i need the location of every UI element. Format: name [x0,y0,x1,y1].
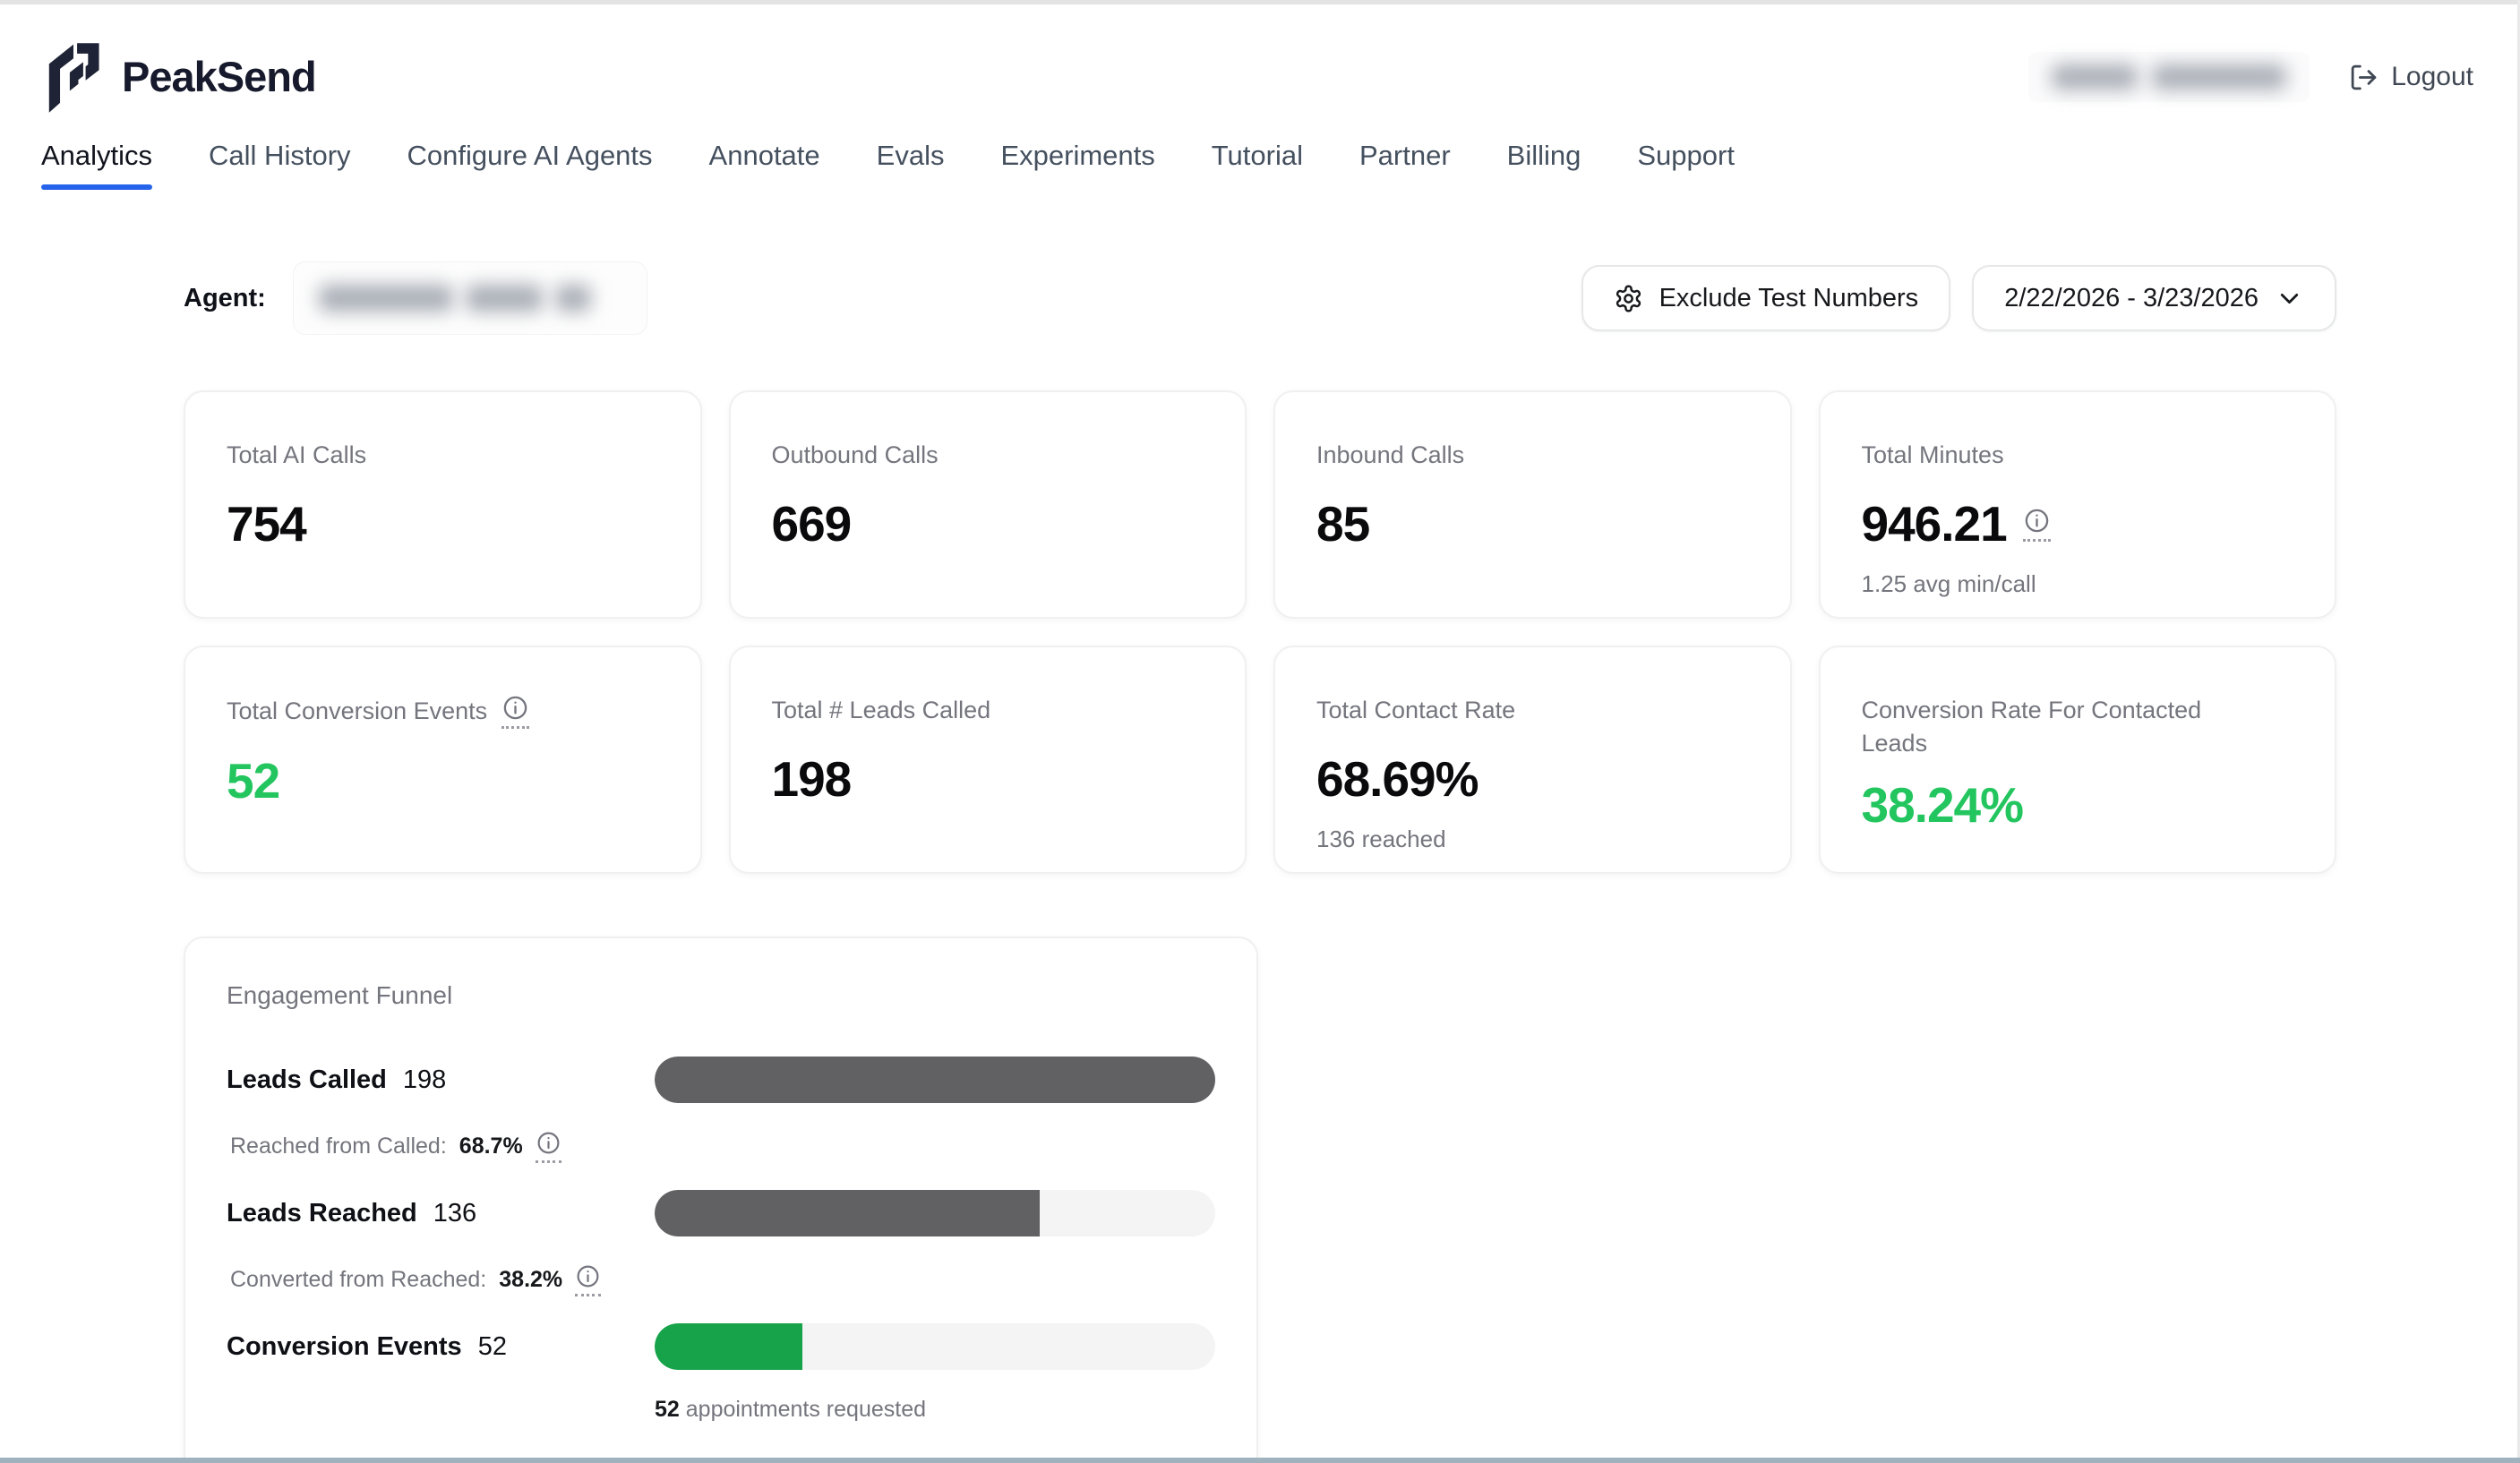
info-icon[interactable] [501,694,529,729]
stat-value: 754 [227,495,306,552]
window-bottom-edge [0,1458,2520,1463]
stat-card-inbound-calls: Inbound Calls 85 [1273,390,1792,619]
analytics-dashboard-page: { "theme": { "accent": "#2563eb", "green… [0,0,2520,1463]
funnel-sub-value: 38.2% [499,1267,562,1293]
funnel-row-value: 52 [478,1332,507,1362]
funnel-bar-fill [655,1323,802,1370]
chevron-down-icon [2275,284,2304,313]
tab-tutorial[interactable]: Tutorial [1212,140,1303,204]
funnel-bar [655,1323,1215,1370]
redacted-text-blob [2152,64,2286,90]
stat-value: 85 [1316,495,1369,552]
brand-name: PeakSend [122,52,316,101]
stat-value: 198 [772,750,852,808]
funnel-bar [655,1190,1215,1236]
stat-value: 52 [227,752,279,809]
logout-icon [2349,63,2379,92]
funnel-bar [655,1057,1215,1103]
stat-subtitle: 136 reached [1316,826,1749,853]
stat-value: 38.24% [1862,776,2024,834]
stat-label: Outbound Calls [772,439,1204,472]
logout-button[interactable]: Logout [2349,62,2473,92]
stats-grid: Total AI Calls 754 Outbound Calls 669 In… [184,390,2336,874]
tab-evals[interactable]: Evals [877,140,945,204]
stat-card-total-minutes: Total Minutes 946.21 1.25 avg min/call [1819,390,2337,619]
account-name-redacted [2028,52,2310,102]
agent-filter: Agent: [184,261,647,335]
funnel-title: Engagement Funnel [227,981,1215,1010]
funnel-bar-fill [655,1190,1040,1236]
gear-icon [1614,284,1643,313]
toolbar: Agent: Exclude Test Numbers 2/22/2026 - … [184,261,2336,335]
funnel-sub-label: Reached from Called: [230,1134,447,1159]
toolbar-actions: Exclude Test Numbers 2/22/2026 - 3/23/20… [1581,265,2336,331]
stat-label: Inbound Calls [1316,439,1749,472]
funnel-sub-converted-from-reached: Converted from Reached: 38.2% [230,1263,1215,1296]
tab-configure-ai-agents[interactable]: Configure AI Agents [407,140,653,204]
funnel-row-label: Leads Reached [227,1199,417,1228]
redacted-text-blob [2052,64,2138,90]
funnel-row-label: Leads Called [227,1065,387,1095]
funnel-bar-fill [655,1057,1215,1103]
funnel-row-value: 198 [403,1065,446,1095]
exclude-test-numbers-label: Exclude Test Numbers [1659,284,1919,313]
stat-card-total-ai-calls: Total AI Calls 754 [184,390,702,619]
stat-card-total-conversion-events: Total Conversion Events 52 [184,646,702,874]
active-tab-underline [41,184,152,190]
funnel-row-leads-called: Leads Called 198 [227,1057,1215,1103]
exclude-test-numbers-button[interactable]: Exclude Test Numbers [1581,265,1951,331]
tab-analytics[interactable]: Analytics [41,140,152,204]
tab-experiments[interactable]: Experiments [1000,140,1154,204]
engagement-funnel-card: Engagement Funnel Leads Called 198 Reach… [184,937,1258,1463]
redacted-agent-value [466,285,543,312]
header-right: Logout [2028,52,2473,102]
info-icon[interactable] [536,1130,561,1163]
tab-annotate[interactable]: Annotate [709,140,820,204]
logout-label: Logout [2391,62,2473,92]
funnel-note-value: 52 [655,1397,680,1422]
funnel-note-text: appointments requested [686,1397,926,1422]
stat-value: 68.69% [1316,750,1479,808]
tab-call-history[interactable]: Call History [209,140,350,204]
stat-label: Total Contact Rate [1316,694,1749,727]
stat-label: Total Minutes [1862,439,2294,472]
stat-label: Total # Leads Called [772,694,1204,727]
stat-card-outbound-calls: Outbound Calls 669 [729,390,1247,619]
stat-label: Total AI Calls [227,439,659,472]
info-icon[interactable] [575,1263,601,1296]
header: PeakSend Logout [0,0,2520,115]
tab-support[interactable]: Support [1637,140,1735,204]
brand-logo: PeakSend [43,38,316,115]
funnel-sub-reached-from-called: Reached from Called: 68.7% [230,1130,1215,1163]
funnel-row-leads-reached: Leads Reached 136 [227,1190,1215,1236]
info-icon[interactable] [2023,507,2051,542]
stat-card-total-contact-rate: Total Contact Rate 68.69% 136 reached [1273,646,1792,874]
tab-billing[interactable]: Billing [1507,140,1581,204]
funnel-sub-label: Converted from Reached: [230,1267,486,1293]
peaksend-logo-icon [43,38,104,115]
date-range-button[interactable]: 2/22/2026 - 3/23/2026 [1972,265,2336,331]
stat-label: Conversion Rate For Contacted Leads [1862,694,2247,760]
tab-partner[interactable]: Partner [1359,140,1451,204]
agent-label: Agent: [184,284,266,313]
stat-label: Total Conversion Events [227,695,487,728]
stat-card-total-leads-called: Total # Leads Called 198 [729,646,1247,874]
funnel-row-value: 136 [433,1199,476,1228]
nav-tabs: Analytics Call History Configure AI Agen… [41,140,2520,204]
redacted-agent-value [555,285,591,312]
funnel-row-label: Conversion Events [227,1332,462,1362]
funnel-row-conversion-events: Conversion Events 52 [227,1323,1215,1370]
redacted-agent-value [319,285,453,312]
stat-subtitle: 1.25 avg min/call [1862,570,2294,598]
window-top-edge [0,0,2520,4]
date-range-label: 2/22/2026 - 3/23/2026 [2004,284,2259,313]
agent-select[interactable] [293,261,647,335]
funnel-note: 52 appointments requested [655,1397,1215,1423]
stat-card-conversion-rate-contacted: Conversion Rate For Contacted Leads 38.2… [1819,646,2337,874]
funnel-sub-value: 68.7% [459,1134,523,1159]
stat-value: 946.21 [1862,495,2007,552]
stat-value: 669 [772,495,852,552]
